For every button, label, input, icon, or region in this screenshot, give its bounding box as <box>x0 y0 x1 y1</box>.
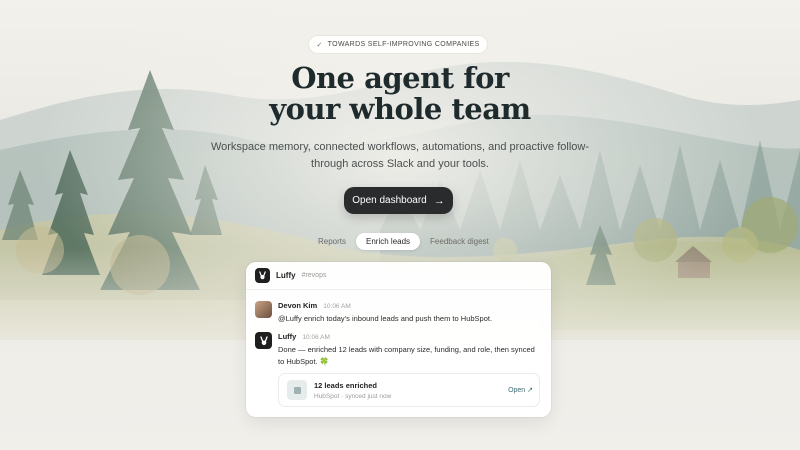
open-dashboard-label: Open dashboard <box>352 195 427 206</box>
luffy-avatar-icon <box>255 332 272 349</box>
announcement-pill[interactable]: ✓ TOWARDS SELF-IMPROVING COMPANIES <box>309 36 487 53</box>
luffy-logo-icon <box>255 268 270 283</box>
open-link[interactable]: Open ↗ <box>508 386 533 394</box>
tab-feedback-digest[interactable]: Feedback digest <box>420 233 499 250</box>
chat-message: Luffy 10:06 AM Done — enriched 12 leads … <box>255 332 540 368</box>
message-time: 10:06 AM <box>302 334 330 341</box>
attachment-subtitle: HubSpot · synced just now <box>314 392 392 400</box>
tab-enrich-leads[interactable]: Enrich leads <box>356 232 421 250</box>
message-text: Done — enriched 12 leads with company si… <box>278 345 535 366</box>
demo-tabs: Reports Enrich leads Feedback digest <box>308 232 499 250</box>
avatar <box>255 301 272 318</box>
message-author: Luffy <box>278 332 297 341</box>
hubspot-attachment[interactable]: 12 leads enriched HubSpot · synced just … <box>278 373 540 407</box>
attachment-title: 12 leads enriched <box>314 380 377 390</box>
check-icon: ✓ <box>316 41 323 49</box>
open-dashboard-button[interactable]: Open dashboard → <box>344 187 453 214</box>
hero-subtitle: Workspace memory, connected workflows, a… <box>210 141 590 170</box>
title-line-2: your whole team <box>269 92 531 126</box>
message-time: 10:06 AM <box>323 303 351 310</box>
tab-reports[interactable]: Reports <box>308 233 356 250</box>
page-title: One agent for your whole team <box>0 63 800 125</box>
message-text: @Luffy enrich today's inbound leads and … <box>278 314 493 323</box>
chat-header: Luffy #revops <box>246 262 551 290</box>
hubspot-icon <box>287 380 307 400</box>
announcement-text: TOWARDS SELF-IMPROVING COMPANIES <box>327 41 480 48</box>
channel-name: #revops <box>301 272 327 279</box>
message-author: Devon Kim <box>278 301 318 310</box>
app-name: Luffy <box>276 271 296 280</box>
title-line-1: One agent for <box>291 61 509 95</box>
arrow-right-icon: → <box>433 194 445 207</box>
chat-message: Devon Kim 10:06 AM @Luffy enrich today's… <box>255 301 540 325</box>
